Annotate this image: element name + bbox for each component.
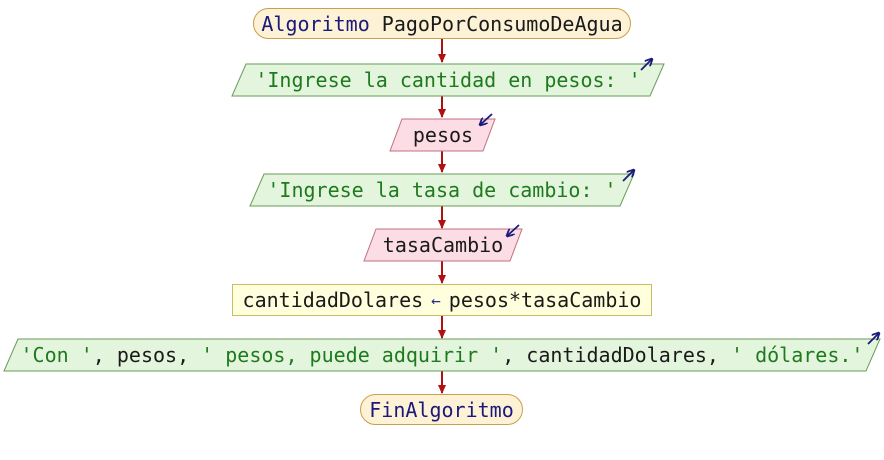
algorithm-keyword: Algoritmo: [261, 11, 370, 36]
output3-string-2: ' pesos, puede adquirir ': [201, 343, 503, 367]
output3-var-1: pesos: [116, 343, 178, 367]
input-variable-1: pesos: [412, 123, 474, 147]
output-text-2: 'Ingrese la tasa de cambio: ': [267, 178, 617, 202]
assign-expression: pesos*tasaCambio: [448, 288, 642, 312]
output3-string-3: ' dólares.': [731, 343, 864, 367]
assign-target: cantidadDolares: [242, 288, 424, 312]
start-node: Algoritmo PagoPorConsumoDeAgua: [253, 8, 631, 39]
input-node-1: pesos: [396, 119, 490, 151]
output3-sep-1: ,: [92, 343, 117, 367]
assign-arrow-icon: ←: [431, 290, 441, 310]
output3-sep-4: ,: [706, 343, 732, 367]
assignment-node: cantidadDolares ← pesos*tasaCambio: [232, 284, 652, 316]
output3-var-2: cantidadDolares: [526, 343, 707, 367]
output3-string-1: 'Con ': [20, 343, 93, 367]
output-node-3: 'Con ', pesos, ' pesos, puede adquirir '…: [12, 339, 872, 371]
output-node-1: 'Ingrese la cantidad en pesos: ': [246, 64, 650, 96]
algorithm-name: PagoPorConsumoDeAgua: [381, 11, 623, 36]
input-node-2: tasaCambio: [370, 229, 516, 261]
output-text-1: 'Ingrese la cantidad en pesos: ': [255, 68, 641, 92]
output3-sep-2: ,: [177, 343, 202, 367]
output-node-2: 'Ingrese la tasa de cambio: ': [260, 174, 624, 206]
end-node: FinAlgoritmo: [360, 394, 523, 425]
input-variable-2: tasaCambio: [382, 233, 504, 257]
end-keyword: FinAlgoritmo: [369, 397, 514, 422]
output3-sep-3: ,: [502, 343, 527, 367]
